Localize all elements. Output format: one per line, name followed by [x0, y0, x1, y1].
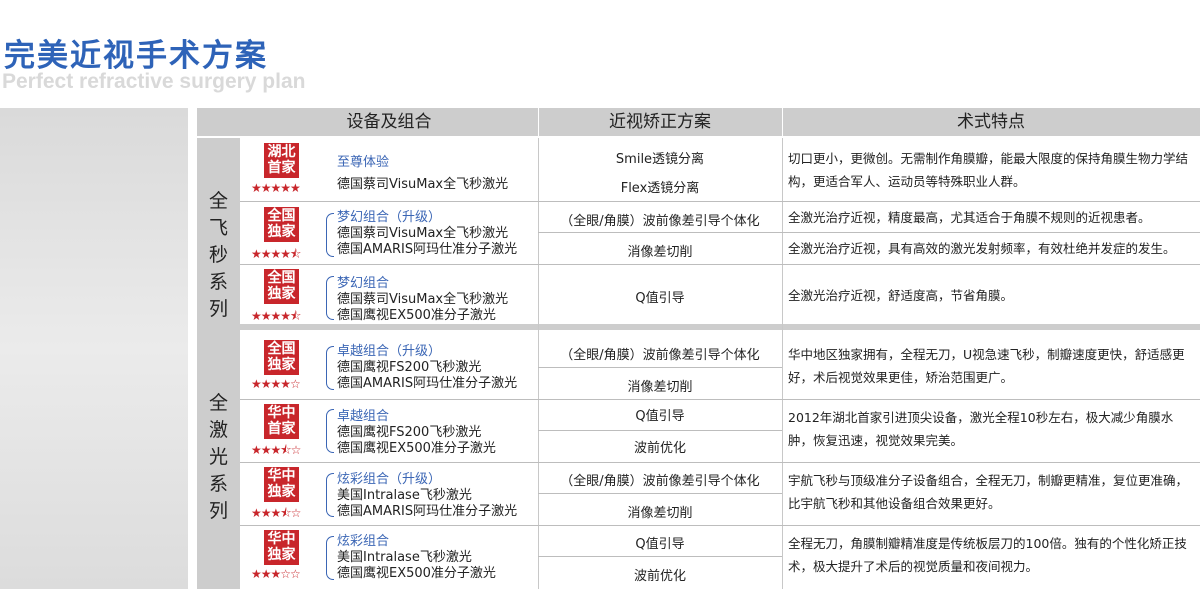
rating-stars: ★★★★★ — [251, 181, 301, 195]
plan-item: Flex透镜分离 — [620, 181, 700, 196]
rating-stars: ★★★★☆ — [251, 377, 301, 391]
page-subtitle: Perfect refractive surgery plan — [2, 70, 306, 93]
device-name: 德国鹰视EX500准分子激光 — [337, 441, 496, 456]
plan-item: 消像差切削 — [627, 380, 693, 395]
page-title: 完美近视手术方案 — [4, 38, 268, 74]
brace-icon — [326, 346, 334, 390]
group-separator — [197, 324, 1200, 330]
series-femto: 全飞秒系列 — [197, 138, 240, 324]
header-equipment: 设备及组合 — [346, 112, 432, 132]
device-name: 德国AMARIS阿玛仕准分子激光 — [337, 376, 518, 391]
rating-stars: ★★★★⯪ — [251, 247, 301, 261]
badge-central-exclusive: 华中 独家 — [264, 530, 299, 565]
badge-hubei-first: 湖北 首家 — [264, 143, 299, 178]
badge-national-exclusive: 全国 独家 — [264, 269, 299, 304]
feature-text: 切口更小，更微创。无需制作角膜瓣，能最大限度的保持角膜生物力学结构，更适合军人、… — [788, 151, 1189, 189]
plan-item: （全眼/角膜）波前像差引导个体化 — [560, 348, 760, 363]
plan-item: Q值引导 — [635, 291, 685, 306]
header-features: 术式特点 — [957, 112, 1025, 132]
brace-icon — [326, 276, 334, 320]
rating-stars: ★★★⯪☆ — [251, 443, 301, 457]
plan-item: 波前优化 — [633, 441, 686, 456]
combo-name: 至尊体验 — [337, 155, 390, 170]
brace-icon — [326, 409, 334, 453]
brace-icon — [326, 536, 334, 580]
badge-central-exclusive: 华中 独家 — [264, 467, 299, 502]
feature-text: 宇航飞秒与顶级准分子设备组合，全程无刀，制瓣更精准，复位更准确，比宇航飞秒和其他… — [788, 473, 1189, 511]
plan-item: （全眼/角膜）波前像差引导个体化 — [560, 214, 760, 229]
left-decor-bar — [0, 108, 188, 589]
plan-item: 波前优化 — [633, 569, 686, 584]
plan-item: （全眼/角膜）波前像差引导个体化 — [560, 474, 760, 489]
feature-text: 全激光治疗近视，具有高效的激光发射频率，有效杜绝并发症的发生。 — [788, 241, 1176, 256]
badge-national-exclusive: 全国 独家 — [264, 340, 299, 375]
feature-text: 2012年湖北首家引进顶尖设备，激光全程10秒左右，极大减少角膜水肿，恢复迅速，… — [788, 410, 1174, 448]
feature-text: 全激光治疗近视，舒适度高，节省角膜。 — [788, 288, 1014, 303]
feature-text: 全激光治疗近视，精度最高，尤其适合于角膜不规则的近视患者。 — [788, 210, 1151, 225]
series-femto-label: 全飞秒系列 — [208, 190, 228, 320]
plan-item: Q值引导 — [635, 537, 685, 552]
device-name: 德国鹰视EX500准分子激光 — [337, 308, 496, 323]
header-plan: 近视矫正方案 — [609, 112, 711, 132]
brace-icon — [326, 473, 334, 517]
device-name: 德国蔡司VisuMax全飞秒激光 — [337, 177, 509, 192]
rating-stars: ★★★☆☆ — [251, 567, 301, 581]
plan-item: 消像差切削 — [627, 245, 693, 260]
plan-item: Smile透镜分离 — [615, 152, 705, 167]
rating-stars: ★★★⯪☆ — [251, 506, 301, 520]
device-name: 德国鹰视EX500准分子激光 — [337, 566, 496, 581]
brace-icon — [326, 213, 334, 257]
plan-item: 消像差切削 — [627, 506, 693, 521]
feature-text: 华中地区独家拥有，全程无刀，U视急速飞秒，制瓣速度更快，舒适感更好，术后视觉效果… — [788, 347, 1185, 385]
series-laser-label: 全激光系列 — [208, 392, 228, 522]
device-name: 德国AMARIS阿玛仕准分子激光 — [337, 242, 518, 257]
table-header: 设备及组合 近视矫正方案 术式特点 — [197, 108, 1200, 136]
device-name: 德国AMARIS阿玛仕准分子激光 — [337, 504, 518, 519]
series-laser: 全激光系列 — [197, 330, 240, 589]
badge-national-exclusive: 全国 独家 — [264, 207, 299, 242]
badge-central-first: 华中 首家 — [264, 404, 299, 439]
rating-stars: ★★★★⯪ — [251, 309, 301, 323]
feature-text: 全程无刀，角膜制瓣精准度是传统板层刀的100倍。独有的个性化矫正技术，极大提升了… — [788, 536, 1187, 574]
plan-item: Q值引导 — [635, 409, 685, 424]
